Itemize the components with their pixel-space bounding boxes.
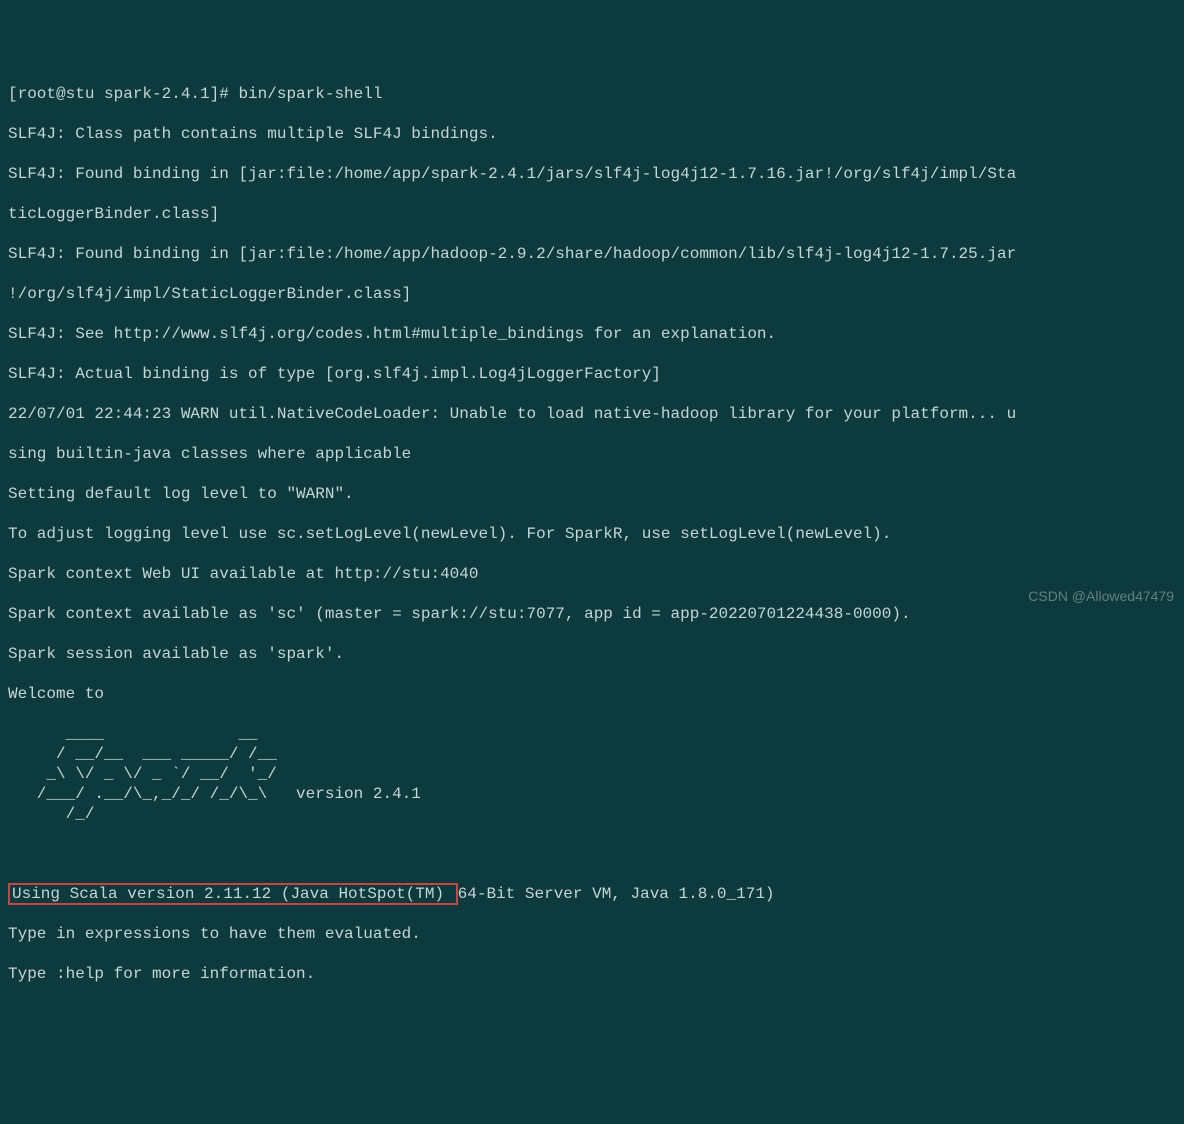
terminal-prompt-line: [root@stu spark-2.4.1]# bin/spark-shell bbox=[8, 84, 1176, 104]
terminal-output-line: Spark session available as 'spark'. bbox=[8, 644, 1176, 664]
terminal-output-line: Setting default log level to "WARN". bbox=[8, 484, 1176, 504]
terminal-output-line: Spark context Web UI available at http:/… bbox=[8, 564, 1176, 584]
terminal-output-line: SLF4J: Found binding in [jar:file:/home/… bbox=[8, 164, 1176, 184]
blank-line bbox=[8, 844, 1176, 864]
terminal-output-line: !/org/slf4j/impl/StaticLoggerBinder.clas… bbox=[8, 284, 1176, 304]
terminal-output-line: SLF4J: Actual binding is of type [org.sl… bbox=[8, 364, 1176, 384]
terminal-output-line: ticLoggerBinder.class] bbox=[8, 204, 1176, 224]
scala-version-rest: 64-Bit Server VM, Java 1.8.0_171) bbox=[458, 885, 775, 903]
shell-command: bin/spark-shell bbox=[238, 85, 382, 103]
scala-version-line: Using Scala version 2.11.12 (Java HotSpo… bbox=[8, 884, 1176, 904]
spark-ascii-logo: ____ __ / __/__ ___ _____/ /__ _\ \/ _ \… bbox=[8, 724, 1176, 824]
terminal-output-line: To adjust logging level use sc.setLogLev… bbox=[8, 524, 1176, 544]
terminal-output-line: 22/07/01 22:44:23 WARN util.NativeCodeLo… bbox=[8, 404, 1176, 424]
scala-version-highlight: Using Scala version 2.11.12 (Java HotSpo… bbox=[8, 883, 458, 905]
terminal-output-line: Type in expressions to have them evaluat… bbox=[8, 924, 1176, 944]
shell-prompt: [root@stu spark-2.4.1]# bbox=[8, 85, 238, 103]
terminal-output-line: SLF4J: See http://www.slf4j.org/codes.ht… bbox=[8, 324, 1176, 344]
watermark-text: CSDN @Allowed47479 bbox=[1028, 588, 1174, 606]
terminal-output-line: Spark context available as 'sc' (master … bbox=[8, 604, 1176, 624]
terminal-output-line: sing builtin-java classes where applicab… bbox=[8, 444, 1176, 464]
terminal-output-line: SLF4J: Found binding in [jar:file:/home/… bbox=[8, 244, 1176, 264]
terminal-output-line: Welcome to bbox=[8, 684, 1176, 704]
terminal-output-line: Type :help for more information. bbox=[8, 964, 1176, 984]
terminal-output-line: SLF4J: Class path contains multiple SLF4… bbox=[8, 124, 1176, 144]
